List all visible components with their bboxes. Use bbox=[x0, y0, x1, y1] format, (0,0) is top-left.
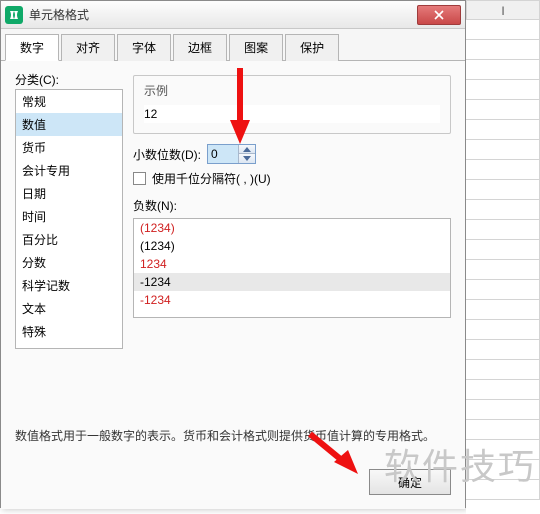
negatives-list[interactable]: (1234)(1234)1234-1234-1234 bbox=[133, 218, 451, 318]
tab-0[interactable]: 数字 bbox=[5, 34, 59, 61]
grid-cell[interactable] bbox=[466, 400, 540, 420]
category-item[interactable]: 分数 bbox=[16, 251, 122, 274]
thousands-checkbox[interactable]: 使用千位分隔符( , )(U) bbox=[133, 170, 451, 187]
grid-cell[interactable] bbox=[466, 360, 540, 380]
tab-2[interactable]: 字体 bbox=[117, 34, 171, 61]
example-label: 示例 bbox=[144, 82, 440, 99]
grid-cell[interactable] bbox=[466, 240, 540, 260]
grid-cell[interactable] bbox=[466, 380, 540, 400]
example-frame: 示例 12 bbox=[133, 75, 451, 134]
dialog-body: 分类(C): 常规数值货币会计专用日期时间百分比分数科学记数文本特殊自定义 示例… bbox=[1, 61, 465, 509]
negative-format-item[interactable]: 1234 bbox=[134, 255, 450, 273]
titlebar: 单元格格式 bbox=[1, 1, 465, 29]
grid-cell[interactable] bbox=[466, 40, 540, 60]
decimal-spinner[interactable] bbox=[207, 144, 256, 164]
decimal-down-button[interactable] bbox=[239, 154, 255, 163]
grid-cell[interactable] bbox=[466, 280, 540, 300]
grid-cell[interactable] bbox=[466, 340, 540, 360]
category-item[interactable]: 科学记数 bbox=[16, 274, 122, 297]
right-pane: 示例 12 小数位数(D): bbox=[133, 75, 451, 318]
spreadsheet-grid: I bbox=[466, 0, 540, 514]
category-item[interactable]: 时间 bbox=[16, 205, 122, 228]
tab-4[interactable]: 图案 bbox=[229, 34, 283, 61]
negative-format-item[interactable]: (1234) bbox=[134, 219, 450, 237]
category-item[interactable]: 常规 bbox=[16, 90, 122, 113]
grid-cell[interactable] bbox=[466, 300, 540, 320]
grid-cell[interactable] bbox=[466, 180, 540, 200]
category-list[interactable]: 常规数值货币会计专用日期时间百分比分数科学记数文本特殊自定义 bbox=[15, 89, 123, 349]
column-header[interactable]: I bbox=[466, 0, 540, 20]
grid-cell[interactable] bbox=[466, 120, 540, 140]
decimal-row: 小数位数(D): bbox=[133, 144, 451, 164]
grid-cell[interactable] bbox=[466, 260, 540, 280]
ok-button[interactable]: 确定 bbox=[369, 469, 451, 495]
decimal-input[interactable] bbox=[208, 145, 238, 163]
checkbox-box bbox=[133, 172, 146, 185]
category-item[interactable]: 特殊 bbox=[16, 320, 122, 343]
negatives-label: 负数(N): bbox=[133, 197, 451, 214]
grid-cell[interactable] bbox=[466, 20, 540, 40]
category-item[interactable]: 文本 bbox=[16, 297, 122, 320]
grid-cell[interactable] bbox=[466, 60, 540, 80]
grid-cell[interactable] bbox=[466, 140, 540, 160]
category-item[interactable]: 会计专用 bbox=[16, 159, 122, 182]
grid-cell[interactable] bbox=[466, 100, 540, 120]
close-icon bbox=[434, 10, 444, 20]
category-item[interactable]: 日期 bbox=[16, 182, 122, 205]
grid-cell[interactable] bbox=[466, 420, 540, 440]
tab-3[interactable]: 边框 bbox=[173, 34, 227, 61]
grid-cell[interactable] bbox=[466, 160, 540, 180]
close-button[interactable] bbox=[417, 5, 461, 25]
tab-1[interactable]: 对齐 bbox=[61, 34, 115, 61]
grid-cell[interactable] bbox=[466, 200, 540, 220]
chevron-up-icon bbox=[243, 147, 251, 152]
category-item[interactable]: 自定义 bbox=[16, 343, 122, 349]
negative-format-item[interactable]: -1234 bbox=[134, 273, 450, 291]
thousands-label: 使用千位分隔符( , )(U) bbox=[152, 170, 271, 187]
tab-5[interactable]: 保护 bbox=[285, 34, 339, 61]
dialog-footer: 确定 bbox=[369, 469, 451, 495]
grid-cell[interactable] bbox=[466, 80, 540, 100]
grid-cell[interactable] bbox=[466, 220, 540, 240]
category-item[interactable]: 百分比 bbox=[16, 228, 122, 251]
decimal-up-button[interactable] bbox=[239, 145, 255, 154]
app-icon bbox=[5, 6, 23, 24]
cell-format-dialog: 单元格格式 数字对齐字体边框图案保护 分类(C): 常规数值货币会计专用日期时间… bbox=[0, 0, 466, 508]
decimal-label: 小数位数(D): bbox=[133, 146, 201, 163]
negative-format-item[interactable]: (1234) bbox=[134, 237, 450, 255]
chevron-down-icon bbox=[243, 156, 251, 161]
example-value: 12 bbox=[144, 105, 440, 123]
category-item[interactable]: 货币 bbox=[16, 136, 122, 159]
grid-cell[interactable] bbox=[466, 440, 540, 460]
category-item[interactable]: 数值 bbox=[16, 113, 122, 136]
format-description: 数值格式用于一般数字的表示。货币和会计格式则提供货币值计算的专用格式。 bbox=[15, 427, 451, 444]
grid-cell[interactable] bbox=[466, 460, 540, 480]
negative-format-item[interactable]: -1234 bbox=[134, 291, 450, 309]
tab-strip: 数字对齐字体边框图案保护 bbox=[1, 29, 465, 61]
window-title: 单元格格式 bbox=[29, 6, 417, 23]
grid-cell[interactable] bbox=[466, 480, 540, 500]
grid-cell[interactable] bbox=[466, 320, 540, 340]
